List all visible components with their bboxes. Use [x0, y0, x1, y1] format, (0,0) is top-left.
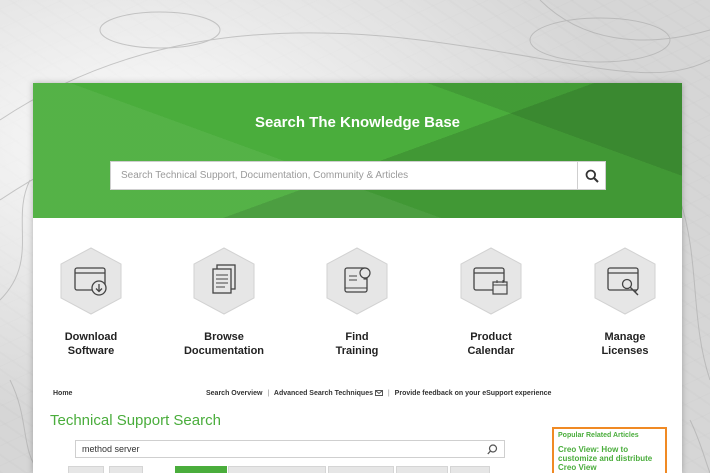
knowledge-search-bar	[110, 161, 606, 190]
tile-label: Manage Licenses	[601, 331, 649, 357]
tab[interactable]	[328, 466, 394, 473]
link-search-overview[interactable]: Search Overview	[206, 390, 262, 397]
tab[interactable]	[396, 466, 448, 473]
breadcrumb: Home Search Overview | Advanced Search T…	[53, 390, 700, 402]
knowledge-search-input[interactable]	[110, 161, 577, 190]
popular-related-articles: Popular Related Articles Creo View: How …	[552, 427, 667, 473]
tile-label: Download Software	[64, 331, 118, 357]
link-provide-feedback[interactable]: Provide feedback on your eSupport experi…	[395, 390, 552, 397]
tile-label: Product Calendar	[467, 331, 515, 357]
technical-search-input[interactable]: method server	[82, 444, 487, 454]
breadcrumb-home[interactable]: Home	[53, 390, 72, 397]
link-advanced-search[interactable]: Advanced Search Techniques	[274, 390, 373, 397]
related-heading: Popular Related Articles	[558, 432, 639, 439]
search-icon	[585, 169, 599, 183]
tile-manage-licenses[interactable]: Manage Licenses	[565, 246, 685, 358]
download-window-icon	[74, 267, 107, 296]
separator: |	[267, 390, 270, 397]
search-icon[interactable]	[487, 443, 498, 455]
search-button[interactable]	[577, 161, 606, 190]
tile-product-calendar[interactable]: Product Calendar	[431, 246, 551, 358]
tab[interactable]	[109, 466, 143, 473]
separator: |	[387, 390, 390, 397]
documents-icon	[212, 264, 236, 294]
hero-banner: Search The Knowledge Base	[33, 83, 682, 218]
tab[interactable]	[228, 466, 326, 473]
tile-browse-documentation[interactable]: Browse Documentation	[164, 246, 284, 358]
related-article-link[interactable]: Creo View: How to customize and distribu…	[558, 445, 661, 472]
key-window-icon	[607, 267, 639, 296]
hero-title: Search The Knowledge Base	[254, 114, 461, 131]
tab[interactable]	[450, 466, 490, 473]
tab-active[interactable]	[175, 466, 227, 473]
tab[interactable]	[68, 466, 104, 473]
calendar-window-icon	[473, 267, 508, 295]
technical-search-field[interactable]: method server	[75, 440, 505, 458]
technical-support-title: Technical Support Search	[50, 412, 221, 429]
tile-label: Find Training	[335, 331, 379, 357]
tile-find-training[interactable]: Find Training	[297, 246, 417, 358]
tile-label: Browse Documentation	[183, 331, 265, 357]
mail-icon	[374, 390, 383, 397]
tile-download-software[interactable]: Download Software	[31, 246, 151, 358]
support-links: Search Overview | Advanced Search Techni…	[206, 390, 551, 397]
quick-links: Download Software Browse Documentation F…	[33, 218, 682, 378]
book-lightbulb-icon	[344, 267, 371, 293]
